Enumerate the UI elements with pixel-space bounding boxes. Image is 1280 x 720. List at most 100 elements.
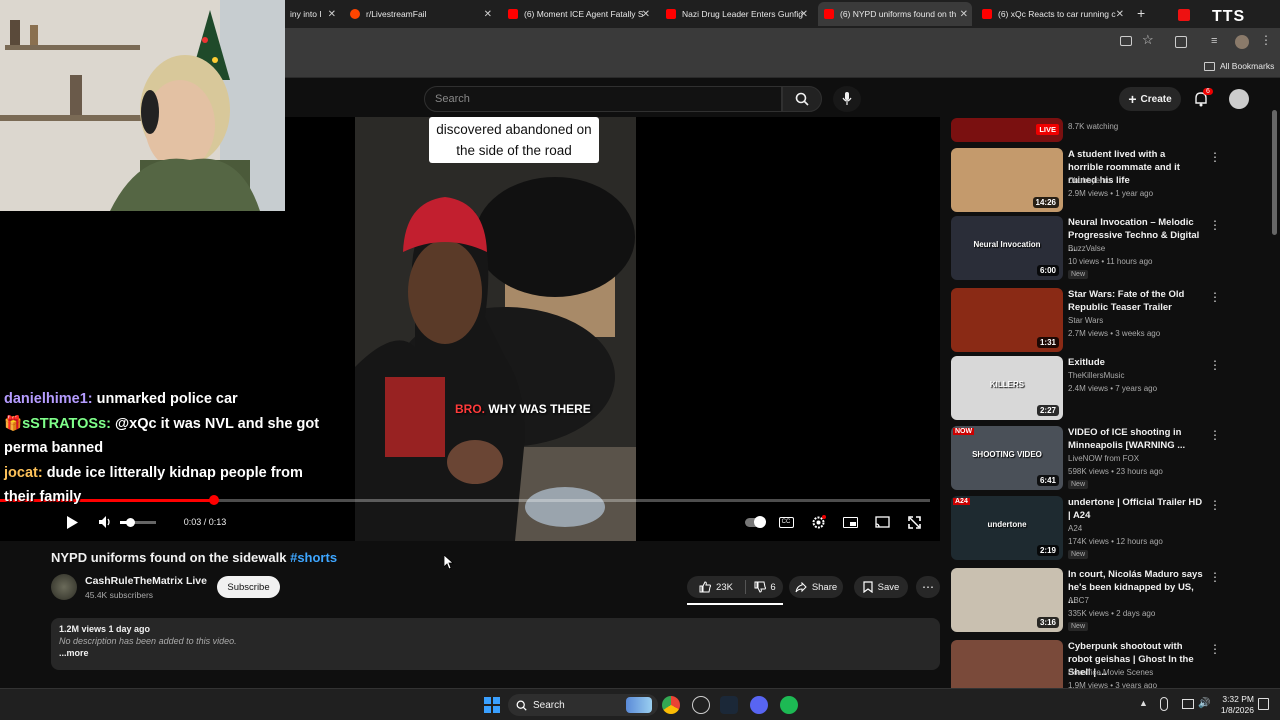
subscribe-button[interactable]: Subscribe bbox=[217, 576, 280, 598]
chrome-icon[interactable] bbox=[662, 696, 680, 714]
cast-button[interactable] bbox=[873, 511, 891, 533]
description-box[interactable]: 1.2M views 1 day ago No description has … bbox=[51, 618, 940, 670]
recommended-video-title[interactable]: undertone | Official Trailer HD | A24 bbox=[1068, 496, 1203, 522]
more-actions-button[interactable]: ⋯ bbox=[916, 576, 940, 598]
recommended-channel-name[interactable]: BuzzValse bbox=[1068, 244, 1105, 253]
fullscreen-button[interactable] bbox=[905, 511, 923, 533]
recommended-video-title[interactable]: VIDEO of ICE shooting in Minneapolis [WA… bbox=[1068, 426, 1203, 452]
recommended-video-card[interactable]: LIVE 8.7K watching bbox=[951, 118, 1261, 142]
menu-lines-icon[interactable]: ≡ bbox=[1211, 35, 1217, 47]
search-input[interactable]: Search bbox=[424, 86, 782, 112]
recommended-video-stats: 10 views • 11 hours ago bbox=[1068, 257, 1153, 266]
video-thumbnail[interactable]: A24 undertone 2:19 bbox=[951, 496, 1063, 560]
volume-button[interactable] bbox=[97, 511, 113, 533]
discord-icon[interactable] bbox=[750, 696, 768, 714]
recommended-channel-name[interactable]: ABC7 bbox=[1068, 596, 1089, 605]
recommended-channel-name[interactable]: Boxoffice Movie Scenes bbox=[1068, 668, 1153, 677]
close-tab-icon[interactable]: ✕ bbox=[800, 9, 808, 20]
spotify-icon[interactable] bbox=[780, 696, 798, 714]
account-avatar[interactable] bbox=[1229, 89, 1249, 109]
recommended-channel-name[interactable]: Star Wars bbox=[1068, 316, 1103, 325]
kebab-menu-icon[interactable]: ⋮ bbox=[1209, 498, 1221, 512]
voice-search-button[interactable] bbox=[833, 86, 861, 112]
star-icon[interactable]: ☆ bbox=[1142, 32, 1154, 48]
recommended-video-card[interactable]: KILLERS 2:27 Exitlude TheKillersMusic 2.4M v… bbox=[951, 356, 1261, 420]
video-thumbnail[interactable]: LIVE bbox=[951, 118, 1063, 142]
browser-tab[interactable]: (6) Moment ICE Agent Fatally S ✕ bbox=[502, 2, 654, 26]
recommended-video-card[interactable]: NOW SHOOTING VIDEO 6:41 VIDEO of ICE shooti… bbox=[951, 426, 1261, 490]
windows-start-icon[interactable] bbox=[484, 697, 500, 713]
video-frame[interactable]: discovered abandoned on the side of the … bbox=[355, 117, 636, 541]
video-thumbnail[interactable]: 3:16 bbox=[951, 568, 1063, 632]
play-button[interactable] bbox=[62, 511, 82, 533]
video-thumbnail[interactable]: 1:31 bbox=[951, 288, 1063, 352]
browser-tab-active[interactable]: (6) NYPD uniforms found on th ✕ bbox=[818, 2, 972, 26]
video-thumbnail[interactable]: NOW SHOOTING VIDEO 6:41 bbox=[951, 426, 1063, 490]
video-thumbnail[interactable]: 14:26 bbox=[951, 148, 1063, 212]
volume-icon[interactable]: 🔊 bbox=[1198, 698, 1210, 709]
sidebar-scrollbar[interactable] bbox=[1272, 110, 1277, 235]
recommended-video-card[interactable]: A24 undertone 2:19 undertone | Official Tra… bbox=[951, 496, 1261, 560]
chevron-up-icon[interactable]: ▲ bbox=[1139, 698, 1148, 708]
microphone-icon[interactable] bbox=[1160, 697, 1168, 711]
search-button[interactable] bbox=[782, 86, 822, 112]
browser-tab[interactable]: (6) xQc Reacts to car running c ✕ bbox=[976, 2, 1128, 26]
volume-slider[interactable] bbox=[118, 511, 158, 533]
recommended-video-card[interactable]: 1:31 Star Wars: Fate of the Old Republic … bbox=[951, 288, 1261, 352]
close-tab-icon[interactable]: ✕ bbox=[960, 9, 968, 20]
channel-avatar[interactable] bbox=[51, 574, 77, 600]
close-tab-icon[interactable]: ✕ bbox=[484, 9, 492, 20]
recommended-video-card[interactable]: 14:26 A student lived with a horrible roo… bbox=[951, 148, 1261, 212]
steam-icon[interactable] bbox=[720, 696, 738, 714]
dislike-button[interactable]: 6 bbox=[747, 576, 783, 598]
kebab-menu-icon[interactable]: ⋮ bbox=[1209, 358, 1221, 372]
taskbar-search[interactable]: Search bbox=[508, 694, 658, 716]
volume-knob[interactable] bbox=[126, 517, 135, 527]
recommended-channel-name[interactable]: A24 bbox=[1068, 524, 1082, 533]
system-clock[interactable]: 3:32 PM 1/8/2026 bbox=[1216, 694, 1254, 716]
kebab-menu-icon[interactable]: ⋮ bbox=[1209, 642, 1221, 656]
monitor-icon[interactable] bbox=[1182, 699, 1194, 709]
recommended-video-title[interactable]: Exitlude bbox=[1068, 356, 1203, 369]
cast-icon[interactable] bbox=[1120, 36, 1132, 46]
recommended-video-card[interactable]: Neural Invocation 6:00 Neural Invocation –… bbox=[951, 216, 1261, 280]
kebab-menu-icon[interactable]: ⋮ bbox=[1209, 290, 1221, 304]
video-thumbnail[interactable]: Neural Invocation 6:00 bbox=[951, 216, 1063, 280]
recommended-video-title[interactable]: Star Wars: Fate of the Old Republic Teas… bbox=[1068, 288, 1203, 314]
hashtag-link[interactable]: #shorts bbox=[290, 550, 337, 565]
notification-center-icon[interactable] bbox=[1258, 698, 1269, 710]
close-tab-icon[interactable]: ✕ bbox=[328, 9, 336, 20]
share-button[interactable]: Share bbox=[789, 576, 843, 598]
autoplay-toggle[interactable] bbox=[744, 511, 766, 533]
browser-tab[interactable]: iny into I ✕ bbox=[284, 2, 340, 26]
browser-tab[interactable]: r/LivestreamFail ✕ bbox=[344, 2, 496, 26]
kebab-menu-icon[interactable]: ⋮ bbox=[1209, 218, 1221, 232]
kebab-menu-icon[interactable]: ⋮ bbox=[1260, 33, 1272, 47]
miniplayer-button[interactable] bbox=[841, 511, 859, 533]
close-tab-icon[interactable]: ✕ bbox=[1116, 9, 1124, 20]
settings-button[interactable] bbox=[809, 511, 827, 533]
video-thumbnail[interactable]: KILLERS 2:27 bbox=[951, 356, 1063, 420]
recommended-video-card[interactable]: 3:16 In court, Nicolás Maduro says he's b… bbox=[951, 568, 1261, 632]
profile-avatar[interactable] bbox=[1235, 35, 1249, 49]
channel-name[interactable]: CashRuleTheMatrix Live bbox=[85, 575, 207, 587]
all-bookmarks-link[interactable]: All Bookmarks bbox=[1220, 61, 1274, 71]
app-icon[interactable] bbox=[692, 696, 710, 714]
recommended-channel-name[interactable]: TheKillersMusic bbox=[1068, 371, 1124, 380]
show-more-link[interactable]: ...more bbox=[59, 648, 932, 658]
browser-tab[interactable]: Nazi Drug Leader Enters Gunfig ✕ bbox=[660, 2, 812, 26]
notifications-button[interactable]: 6 bbox=[1193, 88, 1213, 112]
recommended-channel-name[interactable]: LiveNOW from FOX bbox=[1068, 454, 1139, 463]
kebab-menu-icon[interactable]: ⋮ bbox=[1209, 428, 1221, 442]
save-button[interactable]: Save bbox=[854, 576, 908, 598]
youtube-icon bbox=[982, 9, 992, 19]
extensions-icon[interactable] bbox=[1175, 36, 1187, 48]
captions-button[interactable]: CC bbox=[777, 511, 795, 533]
kebab-menu-icon[interactable]: ⋮ bbox=[1209, 150, 1221, 164]
new-tab-icon[interactable]: + bbox=[1137, 5, 1145, 21]
close-tab-icon[interactable]: ✕ bbox=[642, 9, 650, 20]
kebab-menu-icon[interactable]: ⋮ bbox=[1209, 570, 1221, 584]
recommended-channel-name[interactable]: Chubbyemu bbox=[1068, 176, 1111, 185]
create-button[interactable]: + Create bbox=[1119, 87, 1181, 111]
like-button[interactable]: 23K bbox=[687, 576, 745, 598]
